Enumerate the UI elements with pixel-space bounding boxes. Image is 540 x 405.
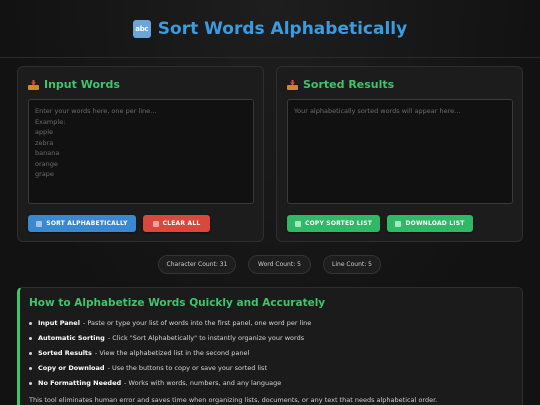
list-item-term: Copy or Download xyxy=(38,364,105,372)
list-item: Automatic Sorting - Click "Sort Alphabeti… xyxy=(29,334,311,349)
list-item: No Formatting Needed - Works with words, … xyxy=(29,379,311,394)
inbox-tray-icon xyxy=(28,79,39,90)
clipboard-icon xyxy=(294,220,301,227)
input-panel: Input Words Enter your words here, one p… xyxy=(17,66,264,242)
download-button-label: DOWNLOAD LIST xyxy=(405,220,465,227)
bullet-icon xyxy=(29,382,32,385)
inbox-tray-icon xyxy=(287,79,298,90)
page-title: abc Sort Words Alphabetically xyxy=(132,18,408,39)
list-item: Copy or Download - Use the buttons to cop… xyxy=(29,364,311,379)
list-item-desc: - View the alphabetized list in the seco… xyxy=(94,349,250,357)
bullet-icon xyxy=(29,322,32,325)
sort-alphabetically-button[interactable]: SORT ALPHABETICALLY xyxy=(28,215,136,232)
trash-icon xyxy=(152,220,159,227)
bullet-icon xyxy=(29,352,32,355)
info-footer: This tool eliminates human error and sav… xyxy=(29,396,438,404)
info-list: Input Panel - Paste or type your list of … xyxy=(29,319,311,394)
sort-icon xyxy=(36,220,43,227)
input-words-textarea[interactable]: Enter your words here, one per line... E… xyxy=(28,99,254,204)
bullet-icon xyxy=(29,337,32,340)
info-section: How to Alphabetize Words Quickly and Acc… xyxy=(17,287,523,405)
copy-button-label: COPY SORTED LIST xyxy=(304,220,373,227)
sort-button-label: SORT ALPHABETICALLY xyxy=(46,220,128,227)
character-count-badge: Character Count: 31 xyxy=(158,255,236,274)
list-item-term: Automatic Sorting xyxy=(38,334,105,342)
clear-button-label: CLEAR ALL xyxy=(162,220,201,227)
list-item-desc: - Works with words, numbers, and any lan… xyxy=(124,379,282,387)
download-list-button[interactable]: DOWNLOAD LIST xyxy=(387,215,473,232)
input-panel-title: Input Words xyxy=(28,78,120,91)
word-count-badge: Word Count: 5 xyxy=(248,255,311,274)
abc-icon: abc xyxy=(132,19,151,38)
floppy-disk-icon xyxy=(395,220,402,227)
output-panel-title: Sorted Results xyxy=(287,78,394,91)
list-item-desc: - Click "Sort Alphabetically" to instant… xyxy=(107,334,305,342)
list-item-term: Input Panel xyxy=(38,319,80,327)
line-count-badge: Line Count: 5 xyxy=(323,255,381,274)
info-title: How to Alphabetize Words Quickly and Acc… xyxy=(29,297,326,309)
page-title-text: Sort Words Alphabetically xyxy=(157,18,408,39)
header: abc Sort Words Alphabetically xyxy=(0,0,540,58)
bullet-icon xyxy=(29,367,32,370)
output-panel-title-text: Sorted Results xyxy=(303,78,395,91)
list-item-desc: - Paste or type your list of words into … xyxy=(82,319,312,327)
list-item: Input Panel - Paste or type your list of … xyxy=(29,319,311,334)
clear-all-button[interactable]: CLEAR ALL xyxy=(143,215,210,232)
list-item: Sorted Results - View the alphabetized li… xyxy=(29,349,311,364)
copy-sorted-list-button[interactable]: COPY SORTED LIST xyxy=(287,215,380,232)
output-panel: Sorted Results Your alphabetically sorte… xyxy=(276,66,523,242)
input-panel-title-text: Input Words xyxy=(44,78,120,91)
list-item-term: Sorted Results xyxy=(38,349,92,357)
list-item-term: No Formatting Needed xyxy=(38,379,122,387)
sorted-results-textarea[interactable]: Your alphabetically sorted words will ap… xyxy=(287,99,513,204)
list-item-desc: - Use the buttons to copy or save your s… xyxy=(107,364,267,372)
